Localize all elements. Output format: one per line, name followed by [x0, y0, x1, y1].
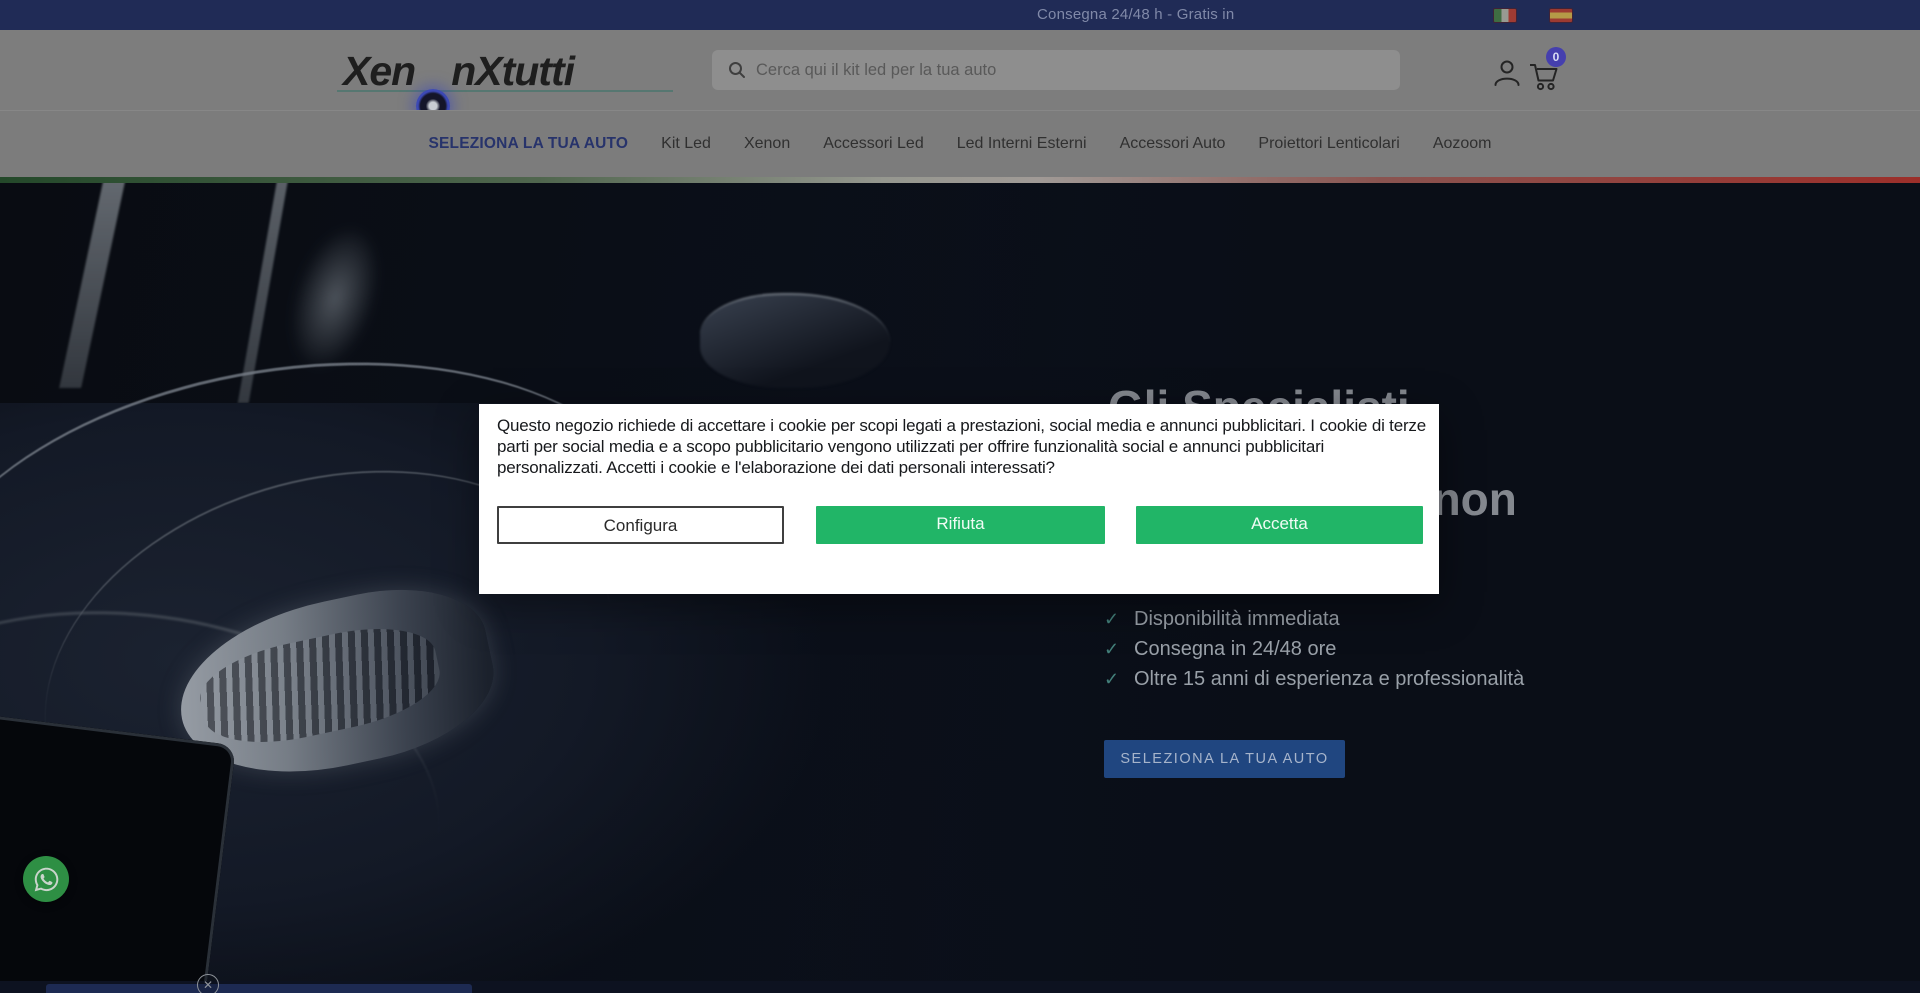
search-bar — [712, 50, 1400, 90]
close-ad-icon[interactable]: ✕ — [197, 974, 219, 993]
nav-item-aozoom[interactable]: Aozoom — [1433, 135, 1492, 153]
logo-part2: nXtutti — [451, 48, 574, 94]
checklist-item: ✓ Consegna in 24/48 ore — [1104, 636, 1336, 662]
car-art-shape — [274, 214, 396, 381]
car-art-shape — [700, 293, 890, 388]
nav-item-kit-led[interactable]: Kit Led — [661, 135, 711, 153]
logo[interactable]: XenonXtutti — [343, 48, 574, 98]
whatsapp-button[interactable] — [23, 856, 69, 902]
user-account-icon[interactable] — [1492, 57, 1522, 87]
cookie-message-line: parti per social media e a scopo pubblic… — [497, 437, 1324, 457]
checklist-item: ✓ Oltre 15 anni di esperienza e professi… — [1104, 666, 1524, 692]
check-icon: ✓ — [1104, 609, 1134, 630]
reject-cookies-button[interactable]: Rifiuta — [816, 506, 1105, 544]
search-icon — [728, 61, 746, 79]
check-icon: ✓ — [1104, 669, 1134, 690]
cookie-message-line: Questo negozio richiede di accettare i c… — [497, 416, 1426, 436]
bottom-ad-bar — [46, 984, 472, 993]
check-icon: ✓ — [1104, 639, 1134, 660]
cart-count-badge: 0 — [1546, 47, 1566, 67]
delivery-message: Consegna 24/48 h - Gratis in — [1037, 6, 1234, 23]
nav-item-led-interni-esterni[interactable]: Led Interni Esterni — [957, 135, 1087, 153]
nav-item-proiettori-lenticolari[interactable]: Proiettori Lenticolari — [1258, 135, 1399, 153]
topbar: Consegna 24/48 h - Gratis in — [0, 0, 1920, 30]
car-art-shape — [59, 183, 127, 388]
main-nav: SELEZIONA LA TUA AUTO Kit Led Xenon Acce… — [0, 110, 1920, 177]
checklist-item: ✓ Disponibilità immediata — [1104, 606, 1340, 632]
nav-item-accessori-led[interactable]: Accessori Led — [823, 135, 924, 153]
cookie-message-line: personalizzati. Accetti i cookie e l'ela… — [497, 458, 1055, 478]
checklist-item-label: Disponibilità immediata — [1134, 608, 1340, 631]
select-your-car-button[interactable]: SELEZIONA LA TUA AUTO — [1104, 740, 1345, 778]
logo-part1: Xen — [343, 48, 415, 94]
spain-flag-icon[interactable] — [1550, 9, 1572, 22]
accept-cookies-button[interactable]: Accetta — [1136, 506, 1423, 544]
header: XenonXtutti 0 — [0, 30, 1920, 110]
nav-item-xenon[interactable]: Xenon — [744, 135, 790, 153]
configure-cookies-button[interactable]: Configura — [497, 506, 784, 544]
checklist-item-label: Oltre 15 anni di esperienza e profession… — [1134, 668, 1524, 691]
search-input[interactable] — [756, 50, 1386, 90]
italy-flag-icon[interactable] — [1494, 9, 1516, 22]
nav-item-accessori-auto[interactable]: Accessori Auto — [1120, 135, 1226, 153]
page: Consegna 24/48 h - Gratis in XenonXtutti… — [0, 0, 1920, 993]
whatsapp-icon — [33, 866, 60, 893]
nav-item-seleziona-auto[interactable]: SELEZIONA LA TUA AUTO — [428, 135, 628, 153]
cookie-consent-dialog: Questo negozio richiede di accettare i c… — [479, 404, 1439, 594]
car-art-shape — [0, 713, 236, 993]
italian-flag-stripe — [0, 177, 1920, 183]
checklist-item-label: Consegna in 24/48 ore — [1134, 638, 1336, 661]
